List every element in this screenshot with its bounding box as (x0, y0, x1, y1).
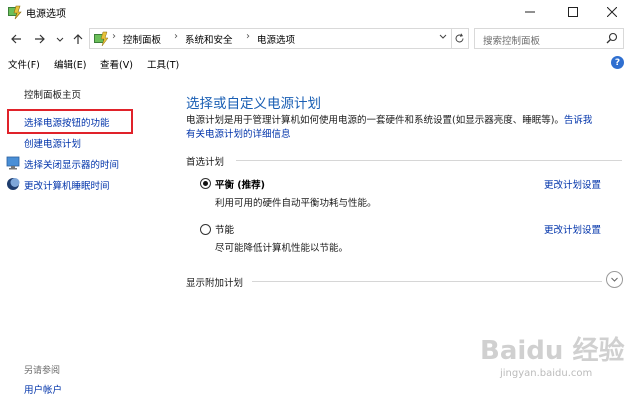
page-description: 电源计划是用于管理计算机如何使用电源的一套硬件和系统设置(如显示器亮度、睡眠等)… (186, 114, 618, 142)
control-panel-icon (93, 31, 109, 47)
help-icon[interactable]: ? (611, 56, 624, 69)
recent-dropdown-icon[interactable] (52, 30, 68, 48)
breadcrumb-system-security[interactable]: 系统和安全 (185, 32, 233, 46)
sidebar-control-panel-home[interactable]: 控制面板主页 (24, 87, 81, 101)
plan-power-saver-radio[interactable] (200, 224, 211, 235)
sidebar-item-display-off-time[interactable]: 选择关闭显示器的时间 (24, 157, 119, 171)
baidu-watermark: Baidu 经验 jingyan.baidu.com (480, 330, 630, 400)
refresh-button[interactable] (451, 28, 469, 49)
sidebar-item-sleep-time[interactable]: 更改计算机睡眠时间 (24, 178, 110, 192)
section-divider (236, 160, 622, 161)
page-title: 选择或自定义电源计划 (186, 96, 321, 112)
section-divider (252, 281, 602, 282)
breadcrumb-separator: › (174, 31, 178, 42)
maximize-button[interactable] (553, 0, 593, 24)
menu-file[interactable]: 文件(F) (8, 57, 40, 71)
plan-balanced-description: 利用可用的硬件自动平衡功耗与性能。 (215, 198, 377, 209)
search-icon[interactable] (606, 32, 618, 44)
breadcrumb-separator: › (246, 31, 250, 42)
navigation-bar: › 控制面板 › 系统和安全 › 电源选项 搜索控制面板 (0, 26, 630, 52)
see-also-user-accounts-link[interactable]: 用户帐户 (24, 382, 62, 396)
learn-more-link-part1[interactable]: 告诉我 (564, 115, 593, 126)
plan-balanced-change-settings-link[interactable]: 更改计划设置 (544, 177, 601, 191)
description-text: 电源计划是用于管理计算机如何使用电源的一套硬件和系统设置(如显示器亮度、睡眠等)… (186, 115, 564, 126)
menu-bar: 文件(F) 编辑(E) 查看(V) 工具(T) ? (0, 54, 630, 72)
breadcrumb-control-panel[interactable]: 控制面板 (123, 32, 161, 46)
plan-balanced-radio[interactable] (200, 178, 211, 189)
show-additional-plans-header[interactable]: 显示附加计划 (186, 275, 243, 289)
menu-tools[interactable]: 工具(T) (147, 57, 179, 71)
breadcrumb-power-options[interactable]: 电源选项 (257, 32, 295, 46)
address-dropdown-icon[interactable] (439, 32, 447, 43)
address-bar[interactable]: › 控制面板 › 系统和安全 › 电源选项 (89, 28, 452, 49)
plan-power-saver-change-settings-link[interactable]: 更改计划设置 (544, 222, 601, 236)
moon-icon (6, 177, 20, 191)
menu-edit[interactable]: 编辑(E) (54, 57, 86, 71)
search-input[interactable]: 搜索控制面板 (474, 28, 624, 49)
power-options-window: 电源选项 › 控制面板 › 系统和安全 › 电源选项 搜索控制面板 文件(F) … (0, 0, 630, 400)
see-also-heading: 另请参阅 (24, 366, 61, 376)
title-bar: 电源选项 (0, 0, 630, 24)
close-button[interactable] (592, 0, 630, 24)
menu-view[interactable]: 查看(V) (100, 57, 133, 71)
preferred-plans-header: 首选计划 (186, 157, 225, 168)
sidebar-item-create-power-plan[interactable]: 创建电源计划 (24, 136, 81, 150)
plan-balanced-name[interactable]: 平衡 (推荐) (215, 177, 265, 191)
chevron-down-icon[interactable] (606, 271, 623, 288)
forward-arrow-icon[interactable] (32, 30, 48, 48)
window-title: 电源选项 (26, 9, 66, 20)
up-arrow-icon[interactable] (70, 30, 86, 48)
plan-power-saver-description: 尽可能降低计算机性能以节能。 (215, 243, 349, 254)
plan-power-saver-name[interactable]: 节能 (215, 222, 234, 236)
learn-more-link-part2[interactable]: 有关电源计划的详细信息 (186, 129, 291, 140)
power-options-app-icon (6, 4, 22, 20)
watermark-url: jingyan.baidu.com (500, 368, 593, 379)
sidebar-item-power-button-function[interactable]: 选择电源按钮的功能 (24, 115, 110, 129)
breadcrumb-separator: › (112, 31, 116, 42)
monitor-icon (6, 156, 20, 170)
minimize-button[interactable] (510, 0, 550, 24)
back-arrow-icon[interactable] (8, 30, 24, 48)
search-placeholder: 搜索控制面板 (483, 36, 541, 47)
watermark-logo-text: Baidu 经验 (480, 336, 625, 366)
